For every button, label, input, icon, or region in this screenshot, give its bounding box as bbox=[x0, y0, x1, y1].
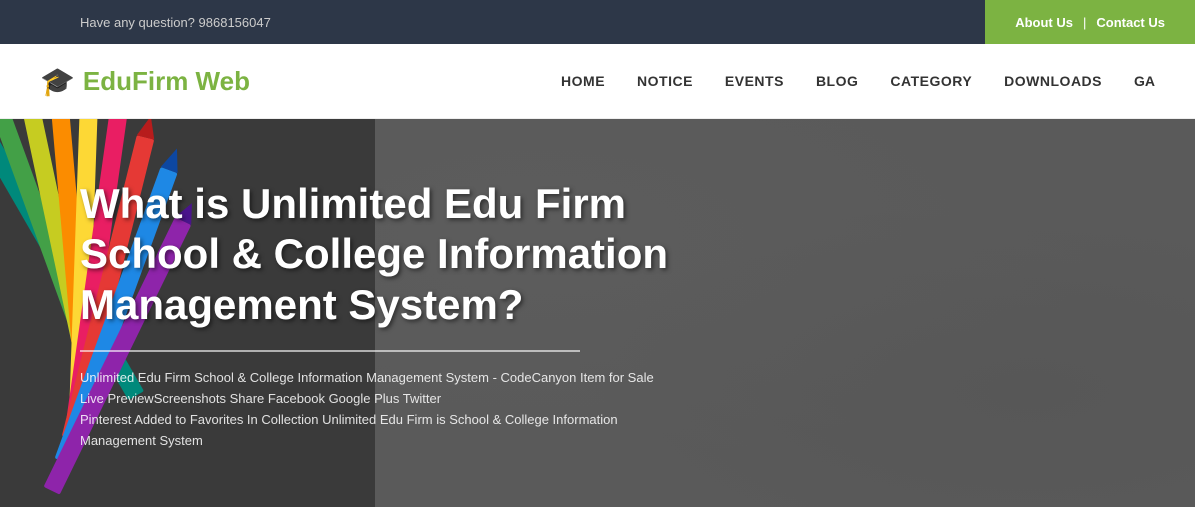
top-bar-right: About Us | Contact Us bbox=[985, 0, 1195, 44]
nav-home[interactable]: HOME bbox=[561, 73, 605, 89]
hero-description-line2: Pinterest Added to Favorites In Collecti… bbox=[80, 410, 670, 452]
nav-more: GA bbox=[1134, 73, 1155, 89]
phone-info: Have any question? 9868156047 bbox=[0, 15, 271, 30]
nav-blog[interactable]: BLOG bbox=[816, 73, 858, 89]
header: 🎓 EduFirm Web HOME NOTICE EVENTS BLOG CA… bbox=[0, 44, 1195, 119]
logo-text: EduFirm Web bbox=[83, 66, 250, 97]
logo-link[interactable]: 🎓 EduFirm Web bbox=[40, 65, 250, 98]
hero-title: What is Unlimited Edu Firm School & Coll… bbox=[80, 179, 670, 330]
main-nav: HOME NOTICE EVENTS BLOG CATEGORY DOWNLOA… bbox=[561, 73, 1155, 89]
logo-icon: 🎓 bbox=[40, 65, 75, 98]
nav-events[interactable]: EVENTS bbox=[725, 73, 784, 89]
nav-separator: | bbox=[1083, 15, 1086, 30]
nav-downloads[interactable]: DOWNLOADS bbox=[1004, 73, 1102, 89]
top-bar: Have any question? 9868156047 About Us |… bbox=[0, 0, 1195, 44]
hero-description-line1: Unlimited Edu Firm School & College Info… bbox=[80, 368, 670, 410]
about-us-link[interactable]: About Us bbox=[1015, 15, 1073, 30]
nav-category[interactable]: CATEGORY bbox=[890, 73, 972, 89]
contact-us-link[interactable]: Contact Us bbox=[1096, 15, 1165, 30]
phone-text: Have any question? 9868156047 bbox=[80, 15, 271, 30]
hero-content: What is Unlimited Edu Firm School & Coll… bbox=[0, 119, 750, 507]
nav-notice[interactable]: NOTICE bbox=[637, 73, 693, 89]
hero-divider bbox=[80, 350, 580, 352]
hero-section: What is Unlimited Edu Firm School & Coll… bbox=[0, 119, 1195, 507]
